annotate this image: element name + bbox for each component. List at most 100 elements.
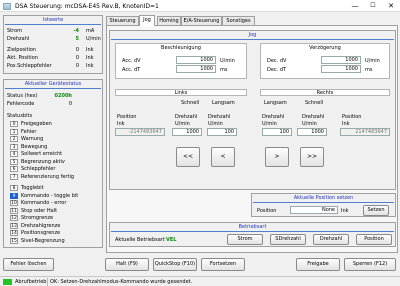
strom-mode-button[interactable]: Strom <box>227 234 263 245</box>
sdrehzahl-mode-button[interactable]: SDrehzahl <box>270 234 306 245</box>
statusbit-label: Togglebit <box>21 185 44 191</box>
jog-slow-left-button[interactable]: < <box>211 147 235 167</box>
left-fast-drehzahl-label: Drehzahl <box>175 114 198 120</box>
tab-homing[interactable]: Homing <box>157 16 181 25</box>
betriebsart-label: Aktuelle Betriebsart <box>115 237 165 243</box>
status-bar: Abrufbetrieb OK: Setzen-Drehzahlmodus-Ko… <box>0 276 400 286</box>
statusbit-number: 10 <box>10 200 18 206</box>
statusbits-label: Statusbits <box>7 113 33 119</box>
statusbit-number: 1 <box>10 128 18 135</box>
jog-panel: Jog Beschleunigung Acc. dV 1000 U/min Ac… <box>109 30 396 190</box>
links-bar: Links <box>115 89 247 96</box>
position-setzen-panel: Aktuelle Position setzen Position None I… <box>251 193 396 217</box>
statusbit-row[interactable]: 9 Kommando - toggle bit <box>8 192 106 200</box>
fehler-loeschen-button[interactable]: Fehler löschen <box>3 258 54 271</box>
statusbit-label: Warnung <box>21 136 44 142</box>
statusbit-number: 14 <box>10 230 18 236</box>
statusbit-row[interactable]: 10 Kommando - error <box>8 200 106 207</box>
acc-dt-input[interactable]: 1000 <box>176 65 216 73</box>
zielposition-label: Zielposition <box>7 47 37 53</box>
statusbit-number: 12 <box>10 215 18 221</box>
dec-dt-label: Dec. dT <box>267 67 287 73</box>
statusbit-row[interactable]: 11 Stop oder Halt <box>8 207 106 215</box>
dec-dt-unit: ms <box>365 67 373 73</box>
left-ink-label: Ink <box>117 121 125 127</box>
statusbit-row[interactable]: 8 Togglebit <box>8 185 106 192</box>
right-position-input[interactable]: 2147483647 <box>340 128 390 136</box>
tab-sonstiges[interactable]: Sonstiges <box>222 16 255 25</box>
tab-steuerung[interactable]: Steuerung <box>106 16 139 25</box>
statusbit-row[interactable]: 13 Drehzahlgrenze <box>8 222 106 230</box>
drehzahl-unit: U/min <box>86 36 101 42</box>
statusbit-number: 6 <box>10 166 18 172</box>
setzen-button[interactable]: Setzen <box>363 205 389 216</box>
dec-dv-input[interactable]: 1000 <box>321 56 361 64</box>
statusbit-row[interactable]: 6 Schleppfehler <box>8 166 106 173</box>
acc-dv-label: Acc. dV <box>122 58 141 64</box>
left-fast-input[interactable]: 1000 <box>172 128 202 136</box>
statusbit-row[interactable]: 14 Positionsgrenze <box>8 230 106 237</box>
statusbar-label: Abrufbetrieb <box>15 279 47 285</box>
sperren-button[interactable]: Sperren (F12) <box>344 258 396 271</box>
statusbit-number: 2 <box>10 136 18 142</box>
rechts-bar: Rechts <box>260 89 390 96</box>
left-position-input[interactable]: -2147483647 <box>115 128 165 136</box>
maximize-button[interactable]: ☐ <box>364 0 382 12</box>
left-slow-umin-label: U/min <box>208 121 223 127</box>
quickstop-button[interactable]: QuickStop (F10) <box>153 258 197 271</box>
acc-dv-input[interactable]: 1000 <box>176 56 216 64</box>
position-mode-button[interactable]: Position <box>356 234 392 245</box>
betriebsart-header: Betriebsart <box>238 224 267 230</box>
right-fast-drehzahl-label: Drehzahl <box>302 114 325 120</box>
statusbit-row[interactable]: 15 Sivel-Begrenzung <box>8 237 106 245</box>
beschleunigung-group: Beschleunigung Acc. dV 1000 U/min Acc. d… <box>115 43 247 79</box>
left-slow-input[interactable]: 100 <box>207 128 237 136</box>
freigabe-button[interactable]: Freigabe <box>296 258 340 271</box>
strom-value: -4 <box>73 28 79 34</box>
statusbit-row[interactable]: 4 Sollwert erreicht <box>8 151 106 158</box>
links-title: Links <box>174 90 188 96</box>
tab-ea-steuerung[interactable]: E/A-Steuerung <box>181 16 222 25</box>
right-slow-input[interactable]: 100 <box>262 128 292 136</box>
akt-position-unit: Ink <box>86 55 94 61</box>
dec-dv-label: Dec. dV <box>267 58 287 64</box>
statusbit-number: 11 <box>10 207 18 214</box>
dec-dt-input[interactable]: 1000 <box>321 65 361 73</box>
istwerte-panel: Istwerte Strom -4 mA Drehzahl 5 U/min Zi… <box>3 15 103 74</box>
right-slow-umin-label: U/min <box>262 121 277 127</box>
jog-fast-left-button[interactable]: << <box>176 147 200 167</box>
statusbit-label: Freigegeben <box>21 121 52 127</box>
statusbit-label: Stromgrenze <box>21 215 54 221</box>
statusbit-row[interactable]: 12 Stromgrenze <box>8 215 106 222</box>
statusbit-label: Begrenzung aktiv <box>21 158 65 165</box>
right-ink-label: Ink <box>342 121 350 127</box>
window-title: DSA Steuerung: mcDSA-E45 Rev.B, KnotenID… <box>15 3 159 10</box>
position-setzen-input[interactable]: None <box>290 206 338 214</box>
statusbit-row[interactable]: 5 Begrenzung aktiv <box>8 158 106 166</box>
statusbit-label: Sivel-Begrenzung <box>21 237 65 244</box>
left-langsam-label: Langsam <box>212 100 235 106</box>
statusbit-label: Kommando - error <box>21 200 67 206</box>
right-fast-input[interactable]: 1000 <box>297 128 327 136</box>
statusbit-row[interactable]: 0 Freigegeben <box>8 121 106 128</box>
jog-header: Jog <box>248 32 257 38</box>
statusbit-row[interactable]: 1 Fehler <box>8 128 106 136</box>
statusbit-row[interactable]: 3 Bewegung <box>8 143 106 151</box>
drehzahl-mode-button[interactable]: Drehzahl <box>313 234 349 245</box>
statusbit-row[interactable]: 7 Referenzierung fertig <box>8 173 106 181</box>
statusbit-label: Sollwert erreicht <box>21 151 63 157</box>
close-button[interactable]: ✕ <box>382 0 400 12</box>
jog-fast-right-button[interactable]: >> <box>300 147 324 167</box>
statusbit-label: Kommando - toggle bit <box>21 192 79 199</box>
halt-button[interactable]: Halt (F9) <box>105 258 149 271</box>
fehlercode-label: Fehlercode <box>7 101 35 107</box>
statusbit-label: Drehzahlgrenze <box>21 222 61 229</box>
position-setzen-header: Aktuelle Position setzen <box>293 195 354 201</box>
minimize-button[interactable]: — <box>346 0 364 12</box>
statusbit-label: Stop oder Halt <box>21 207 58 214</box>
statusbit-row[interactable]: 2 Warnung <box>8 136 106 143</box>
jog-slow-right-button[interactable]: > <box>265 147 289 167</box>
statusbit-label: Fehler <box>21 128 37 135</box>
tab-jog[interactable]: Jog <box>139 15 155 26</box>
fortsetzen-button[interactable]: Fortsetzen <box>201 258 245 271</box>
